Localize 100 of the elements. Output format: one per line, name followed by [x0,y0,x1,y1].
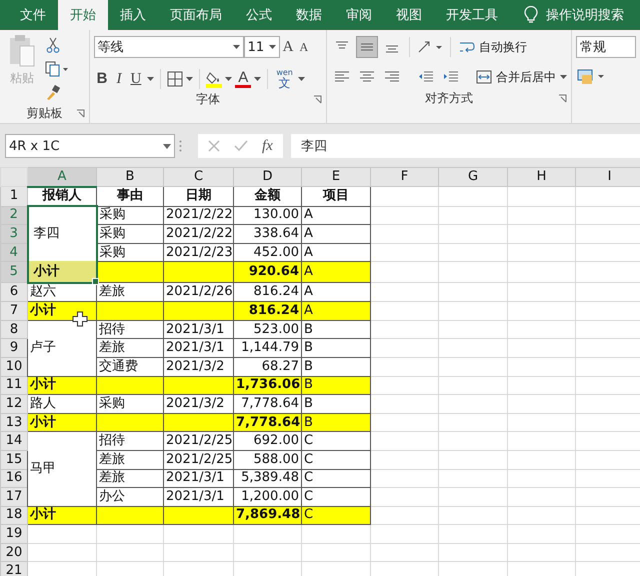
caret-icon [225,76,232,80]
column-header[interactable]: D [234,168,302,187]
table-cell: C [302,469,370,488]
ribbon-tab[interactable]: 开始 [58,0,108,30]
dialog-launcher-icon[interactable] [76,109,85,118]
dialog-launcher-icon[interactable] [313,95,322,104]
phonetic-button[interactable]: wen 文 [274,68,295,89]
row-header[interactable]: 8 [0,320,28,339]
column-header[interactable]: H [508,168,576,187]
vertical-align-icon[interactable] [356,36,378,58]
row-header[interactable]: 21 [0,562,28,576]
column-header[interactable]: A [28,168,96,187]
wrap-text-button[interactable]: 自动换行 [457,36,529,58]
row-header[interactable]: 9 [0,338,28,358]
caret-icon [163,144,171,148]
table-cell: B [302,394,370,414]
caret-icon [298,76,305,80]
row-header[interactable]: 16 [0,469,28,488]
borders-icon[interactable] [167,70,184,86]
table-cell: A [302,302,370,320]
table-cell: 2021/3/1 [164,320,234,339]
table-cell: A [302,262,370,283]
text-orientation-icon[interactable] [416,39,444,55]
table-cell: B [302,413,370,432]
grip-icon [179,140,182,152]
table-cell: 816.24 [234,302,302,320]
table-cell: 2021/3/1 [164,338,234,358]
ribbon-tab[interactable]: 文件 [8,0,58,30]
group-label: 对齐方式 [425,90,473,106]
table-cell[interactable]: 小计 [28,506,96,525]
fill-color-icon[interactable] [206,70,222,88]
column-header[interactable]: C [164,168,234,187]
caret-icon [560,74,568,80]
table-cell: 招待 [96,320,164,339]
table-cell: 7,869.48 [234,506,302,525]
table-cell[interactable]: 路人 [28,394,96,414]
italic-button[interactable]: I [113,70,124,88]
ribbon-tab[interactable]: 插入 [108,0,158,30]
ribbon-tab[interactable]: 审阅 [334,0,384,30]
row-header[interactable]: 12 [0,394,28,414]
table-cell: 2021/2/25 [164,432,234,450]
table-cell: 2021/3/2 [164,394,234,414]
ribbon-tab[interactable]: 页面布局 [158,0,234,30]
row-header[interactable]: 14 [0,432,28,450]
row-header[interactable]: 17 [0,488,28,506]
table-cell: 2021/2/22 [164,224,234,244]
number-format-field[interactable]: 常规 [576,36,636,58]
column-header[interactable]: B [96,168,164,187]
table-cell: C [302,432,370,450]
table-cell: 2021/3/2 [164,357,234,376]
row-header[interactable]: 11 [0,376,28,395]
column-header[interactable]: F [370,168,438,187]
row-header[interactable]: 20 [0,543,28,562]
row-header[interactable]: 10 [0,357,28,376]
table-cell: 1,144.79 [234,338,302,358]
formula-field[interactable]: 李四 [290,134,640,158]
ribbon-tab[interactable]: 开发工具 [434,0,510,30]
table-cell: 588.00 [234,450,302,469]
clipboard-icon [8,34,36,68]
column-header[interactable]: G [438,168,508,187]
name-box[interactable]: 4R x 1C [5,134,175,158]
table-cell: 2021/3/1 [164,488,234,506]
row-header[interactable]: 2 [0,206,28,225]
row-header[interactable]: 4 [0,243,28,262]
ribbon-tab[interactable]: 视图 [384,0,434,30]
ribbon-tab[interactable]: 公式 [234,0,284,30]
table-cell[interactable]: 小计 [28,376,96,395]
table-cell: B [302,338,370,358]
underline-button[interactable]: U [127,70,144,88]
font-size-field[interactable]: 11 [244,36,280,58]
copy-icon[interactable] [44,60,70,78]
row-header[interactable]: 18 [0,506,28,525]
row-header[interactable]: 3 [0,224,28,244]
column-header[interactable]: E [302,168,370,187]
column-header[interactable]: I [576,168,640,187]
shrink-font-button[interactable]: A [296,38,312,56]
ribbon-tab[interactable]: 数据 [284,0,334,30]
grow-font-button[interactable]: A [280,38,296,56]
insert-function-button[interactable]: fx [262,138,273,154]
lightbulb-icon [524,6,538,24]
row-header[interactable]: 6 [0,282,28,302]
font-name-field[interactable]: 等线 [94,36,244,58]
group-label: 剪贴板 [26,104,62,122]
font-color-button[interactable]: A [235,70,252,88]
table-cell[interactable]: 小计 [28,413,96,432]
row-header[interactable]: 1 [0,186,28,206]
search-hint[interactable]: 操作说明搜索 [546,6,624,24]
table-header: 项目 [302,186,370,206]
table-cell: 差旅 [96,338,164,358]
table-cell: A [302,224,370,244]
row-header[interactable]: 15 [0,450,28,469]
row-header[interactable]: 19 [0,524,28,544]
row-header[interactable]: 13 [0,413,28,432]
row-header[interactable]: 5 [0,262,28,283]
merge-center-button[interactable]: 合并后居中 [474,66,570,88]
row-header[interactable]: 7 [0,302,28,320]
table-cell[interactable]: 小计 [28,262,96,283]
table-cell: 920.64 [234,262,302,283]
dialog-launcher-icon[interactable] [558,94,567,103]
bold-button[interactable]: B [94,70,110,88]
